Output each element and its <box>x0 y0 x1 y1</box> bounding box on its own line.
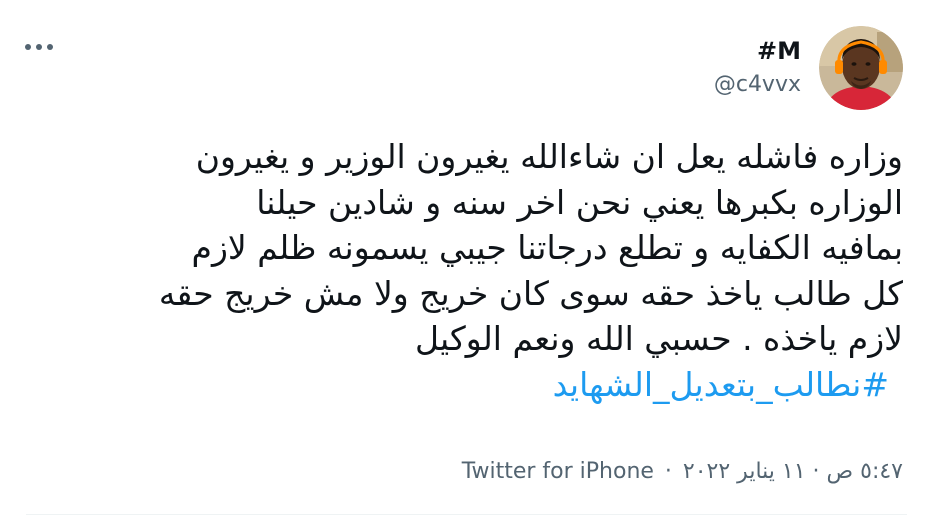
tweet-text: وزاره فاشله يعل ان شاءالله يغيرون الوزير… <box>23 134 903 407</box>
tweet-text-line: لازم ياخذه . حسبي الله ونعم الوكيل <box>415 319 903 358</box>
author-handle[interactable]: @c4vvx <box>714 70 801 100</box>
tweet-header: #M @c4vvx <box>714 26 903 110</box>
tweet-text-line: وزاره فاشله يعل ان شاءالله يغيرون الوزير… <box>195 137 903 176</box>
author-names: #M @c4vvx <box>714 36 801 100</box>
tweet-card: #M @c4vvx وزاره فاشله يعل ان شاءالله يغي… <box>0 0 933 527</box>
tweet-metadata: ٥:٤٧ ص · ١١ يناير ٢٠٢٢ · Twitter for iPh… <box>462 456 903 488</box>
tweet-text-line: بمافيه الكفايه و تطلع درجاتنا جيبي يسمون… <box>191 228 903 267</box>
meta-separator: · <box>664 459 672 484</box>
timestamp-link[interactable]: ٥:٤٧ ص · ١١ يناير ٢٠٢٢ <box>683 459 903 484</box>
avatar[interactable] <box>819 26 903 110</box>
more-options-button[interactable] <box>22 36 56 58</box>
hashtag-link[interactable]: #نطالب_بتعديل_الشهايد <box>23 362 889 408</box>
author-display-name[interactable]: #M <box>757 36 801 66</box>
source-link[interactable]: Twitter for iPhone <box>462 459 654 484</box>
tweet-text-line: الوزاره بكبرها يعني نحن اخر سنه و شادين … <box>256 182 903 222</box>
tweet-text-line: كل طالب ياخذ حقه سوى كان خريج ولا مش خري… <box>158 273 903 313</box>
divider <box>26 514 907 515</box>
profile-photo-icon <box>819 26 903 110</box>
ellipsis-icon <box>25 44 53 50</box>
